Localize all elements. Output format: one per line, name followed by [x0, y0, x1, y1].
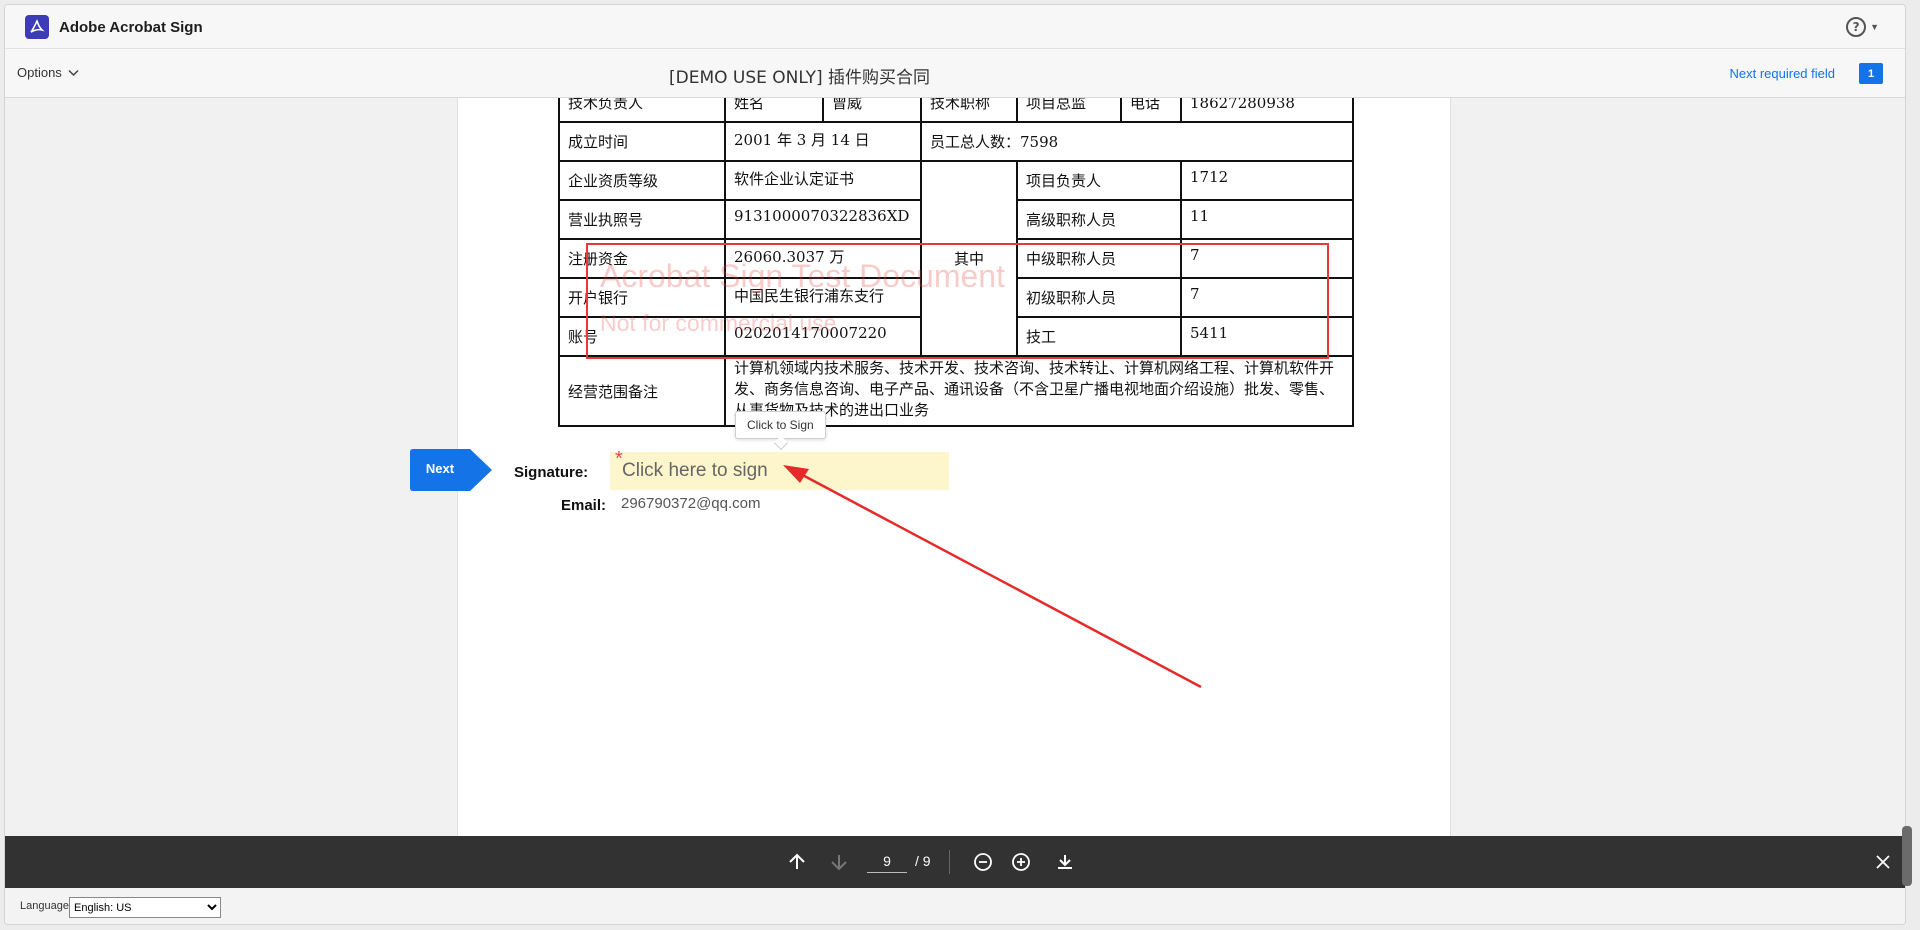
zoom-out-button[interactable]	[971, 850, 995, 874]
table-cell: 中国民生银行浦东支行	[724, 277, 922, 318]
next-label: Next	[425, 461, 455, 476]
table-cell: 中级职称人员	[1016, 238, 1182, 279]
document-title: [DEMO USE ONLY] 插件购买合同	[669, 68, 931, 88]
table-cell: 18627280938	[1180, 98, 1354, 123]
company-info-table: 技术负责人 姓名 曾威 技术职称 项目总监 电话 18627280938 成立时…	[558, 98, 1354, 427]
help-icon: ?	[1846, 17, 1867, 37]
table-cell: 技工	[1016, 316, 1182, 357]
document-viewer[interactable]: 技术负责人 姓名 曾威 技术职称 项目总监 电话 18627280938 成立时…	[5, 98, 1905, 836]
arrow-down-icon	[831, 855, 847, 871]
table-cell: 7	[1180, 277, 1354, 318]
help-menu-button[interactable]: ? ▼	[1846, 17, 1879, 37]
toolbar-divider	[949, 850, 950, 874]
table-cell: 2001 年 3 月 14 日	[724, 121, 922, 162]
table-cell: 5411	[1180, 316, 1354, 357]
zoom-in-button[interactable]	[1009, 850, 1033, 874]
table-row: 技术负责人 姓名 曾威 技术职称 项目总监 电话 18627280938	[558, 98, 1354, 123]
table-cell: 成立时间	[558, 121, 726, 162]
table-cell: 技术负责人	[558, 98, 726, 123]
scrollbar-thumb[interactable]	[1902, 826, 1912, 886]
page-total: / 9	[915, 853, 931, 869]
required-field-count-badge: 1	[1859, 63, 1883, 84]
footer: Language English: US	[5, 888, 1905, 924]
table-cell: 初级职称人员	[1016, 277, 1182, 318]
language-select[interactable]: English: US	[69, 897, 221, 918]
signature-field[interactable]: Click here to sign	[610, 452, 949, 490]
page-number-input[interactable]	[867, 849, 907, 873]
app-title: Adobe Acrobat Sign	[59, 19, 203, 36]
next-required-field-link[interactable]: Next required field	[1730, 66, 1836, 81]
options-menu[interactable]: Options	[17, 65, 79, 80]
required-marker: *	[615, 448, 623, 470]
app-header: Adobe Acrobat Sign ? ▼	[5, 5, 1905, 49]
table-cell: 软件企业认定证书	[724, 160, 922, 201]
chevron-down-icon	[68, 69, 79, 76]
page-toolbar: / 9	[5, 836, 1905, 888]
table-row: 企业资质等级 软件企业认定证书 其中 项目负责人 1712	[558, 160, 1354, 357]
zoom-in-icon	[1012, 853, 1030, 871]
table-cell: 营业执照号	[558, 199, 726, 240]
table-cell: 高级职称人员	[1016, 199, 1182, 240]
close-toolbar-button[interactable]	[1871, 850, 1895, 874]
next-page-button[interactable]	[827, 850, 851, 874]
table-cell: 曾威	[822, 98, 922, 123]
table-cell: 企业资质等级	[558, 160, 726, 201]
table-cell: 经营范围备注	[558, 355, 726, 427]
signature-label: Signature:	[514, 464, 589, 481]
download-button[interactable]	[1053, 850, 1077, 874]
previous-page-button[interactable]	[785, 850, 809, 874]
table-cell: 11	[1180, 199, 1354, 240]
zoom-out-icon	[974, 853, 992, 871]
table-cell: 0202014170007220	[724, 316, 922, 357]
chevron-down-icon: ▼	[1870, 22, 1879, 32]
document-header: Options [DEMO USE ONLY] 插件购买合同 Next requ…	[5, 49, 1905, 98]
table-cell: 电话	[1120, 98, 1182, 123]
table-cell: 姓名	[724, 98, 824, 123]
table-cell: 9131000070322836XD	[724, 199, 922, 240]
table-cell: 注册资金	[558, 238, 726, 279]
close-icon	[1876, 855, 1890, 869]
table-cell: 7	[1180, 238, 1354, 279]
table-cell: 开户银行	[558, 277, 726, 318]
table-row: 经营范围备注 计算机领域内技术服务、技术开发、技术咨询、技术转让、计算机网络工程…	[558, 355, 1354, 427]
table-cell: 1712	[1180, 160, 1354, 201]
table-cell: 项目总监	[1016, 98, 1122, 123]
table-row: 成立时间 2001 年 3 月 14 日 员工总人数：7598	[558, 121, 1354, 162]
arrow-up-icon	[789, 853, 805, 869]
email-value: 296790372@qq.com	[621, 495, 761, 512]
table-cell: 员工总人数：7598	[920, 121, 1354, 162]
acrobat-logo-icon	[25, 15, 49, 39]
next-field-button[interactable]: Next	[410, 449, 492, 491]
email-label: Email:	[561, 497, 607, 514]
language-label: Language	[20, 900, 69, 912]
signature-placeholder: Click here to sign	[622, 460, 768, 481]
download-icon	[1058, 855, 1072, 869]
app-window: Adobe Acrobat Sign ? ▼ Options [DEMO USE…	[4, 4, 1906, 925]
table-cell: 26060.3037 万	[724, 238, 922, 279]
table-cell: 项目负责人	[1016, 160, 1182, 201]
table-cell: 技术职称	[920, 98, 1018, 123]
document-page: 技术负责人 姓名 曾威 技术职称 项目总监 电话 18627280938 成立时…	[457, 98, 1451, 836]
options-label: Options	[17, 65, 62, 80]
table-cell: 其中	[920, 160, 1018, 357]
table-cell: 账号	[558, 316, 726, 357]
